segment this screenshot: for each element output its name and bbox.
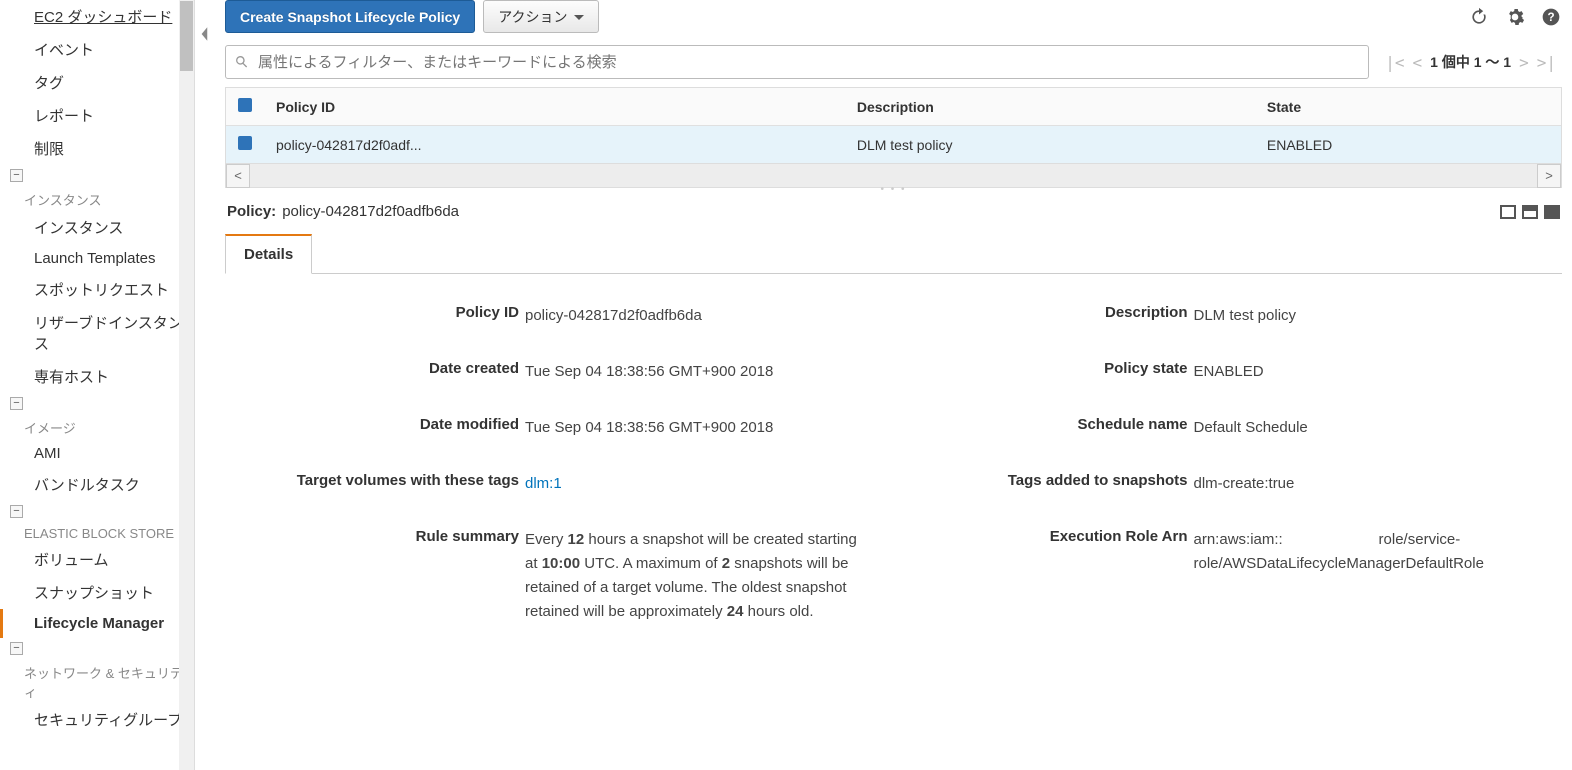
cell-policy-id: policy-042817d2f0adf... [264,126,845,164]
select-all-checkbox[interactable] [238,98,252,112]
chevron-down-icon [574,8,584,24]
tab-details[interactable]: Details [225,234,312,274]
detail-header: Policy: policy-042817d2f0adfb6da [225,195,1562,228]
nav-dedicated-hosts[interactable]: 専有ホスト [0,360,184,393]
sidebar-scrollbar[interactable] [179,0,194,770]
value-description: DLM test policy [1194,304,1297,328]
refresh-icon[interactable] [1468,6,1490,28]
nav-snapshots[interactable]: スナップショット [0,576,184,609]
search-icon [234,54,250,70]
detail-header-label: Policy: [227,203,276,220]
gear-icon[interactable] [1504,6,1526,28]
nav-volumes[interactable]: ボリューム [0,543,184,576]
nav-events[interactable]: イベント [0,33,184,66]
value-policy-id: policy-042817d2f0adfb6da [525,304,702,328]
detail-header-value: policy-042817d2f0adfb6da [282,203,459,220]
page-prev-icon[interactable]: < [1413,53,1423,72]
label-date-modified: Date modified [255,416,525,433]
group-label-ebs: ELASTIC BLOCK STORE [0,520,184,543]
layout-icon-2[interactable] [1522,205,1538,219]
tabs: Details [225,234,1562,274]
actions-button[interactable]: アクション [483,0,598,33]
label-date-created: Date created [255,360,525,377]
layout-icon-3[interactable] [1544,205,1560,219]
nav-launch-templates[interactable]: Launch Templates [0,244,184,273]
col-description[interactable]: Description [845,88,1255,126]
label-target-tags: Target volumes with these tags [255,472,525,489]
cell-description: DLM test policy [845,126,1255,164]
page-next-icon[interactable]: > [1519,53,1529,72]
value-rule-summary: Every 12 hours a snapshot will be create… [525,528,864,624]
toolbar: Create Snapshot Lifecycle Policy アクション ? [225,0,1562,45]
nav-reserved-instances[interactable]: リザーブドインスタンス [0,306,184,360]
group-toggle-ebs[interactable]: − [0,501,184,520]
search-box[interactable] [225,45,1369,79]
value-target-tags[interactable]: dlm:1 [525,475,562,492]
pager: |< < 1 個中 1 ～ 1 > >| [1379,52,1562,72]
row-checkbox[interactable] [238,136,252,150]
nav-ami[interactable]: AMI [0,439,184,468]
group-toggle-network[interactable]: − [0,638,184,657]
value-exec-role: arn:aws:iam:: role/service-role/AWSDataL… [1194,528,1514,576]
details-panel: Policy ID policy-042817d2f0adfb6da Date … [225,274,1562,666]
value-date-created: Tue Sep 04 18:38:56 GMT+900 2018 [525,360,773,384]
nav-bundle-tasks[interactable]: バンドルタスク [0,468,184,501]
value-schedule-name: Default Schedule [1194,416,1308,440]
page-last-icon[interactable]: >| [1537,53,1556,72]
nav-lifecycle-manager[interactable]: Lifecycle Manager [0,609,184,638]
label-schedule-name: Schedule name [924,416,1194,433]
search-input[interactable] [258,54,1360,71]
group-toggle-instances[interactable]: − [0,165,184,184]
label-policy-id: Policy ID [255,304,525,321]
help-icon[interactable]: ? [1540,6,1562,28]
nav-spot-requests[interactable]: スポットリクエスト [0,273,184,306]
col-policy-id[interactable]: Policy ID [264,88,845,126]
col-state[interactable]: State [1255,88,1561,126]
value-policy-state: ENABLED [1194,360,1264,384]
label-description: Description [924,304,1194,321]
nav-instances[interactable]: インスタンス [0,211,184,244]
nav-tags[interactable]: タグ [0,66,184,99]
group-toggle-images[interactable]: − [0,393,184,412]
nav-reports[interactable]: レポート [0,99,184,132]
nav-ec2-dashboard[interactable]: EC2 ダッシュボード [0,0,184,33]
value-snapshot-tags: dlm-create:true [1194,472,1295,496]
create-policy-button[interactable]: Create Snapshot Lifecycle Policy [225,0,475,33]
policy-table: Policy ID Description State policy-04281… [225,87,1562,164]
layout-icon-1[interactable] [1500,205,1516,219]
label-rule-summary: Rule summary [255,528,525,545]
group-label-instances: インスタンス [0,184,184,211]
value-date-modified: Tue Sep 04 18:38:56 GMT+900 2018 [525,416,773,440]
group-label-network: ネットワーク & セキュリティ [0,657,184,703]
svg-text:?: ? [1547,11,1554,24]
sidebar-collapse-handle[interactable] [195,0,215,770]
page-first-icon[interactable]: |< [1385,53,1404,72]
sidebar: EC2 ダッシュボード イベント タグ レポート 制限 − インスタンス インス… [0,0,195,770]
page-text: 1 個中 1 ～ 1 [1430,52,1511,72]
cell-state: ENABLED [1255,126,1561,164]
label-snapshot-tags: Tags added to snapshots [924,472,1194,489]
label-exec-role: Execution Role Arn [924,528,1194,545]
table-row[interactable]: policy-042817d2f0adf... DLM test policy … [226,126,1561,164]
nav-limits[interactable]: 制限 [0,132,184,165]
label-policy-state: Policy state [924,360,1194,377]
main-panel: Create Snapshot Lifecycle Policy アクション ?… [215,0,1572,770]
nav-security-groups[interactable]: セキュリティグループ [0,703,184,736]
resize-handle[interactable]: • • • [225,184,1562,195]
group-label-images: イメージ [0,412,184,439]
